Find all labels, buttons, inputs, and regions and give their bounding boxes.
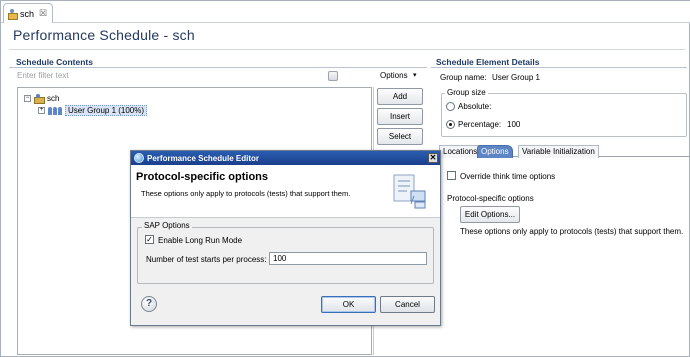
dialog-titlebar[interactable]: Performance Schedule Editor ✕ xyxy=(131,151,440,165)
percentage-label: Percentage: xyxy=(458,120,502,129)
percentage-radio[interactable] xyxy=(446,120,455,129)
absolute-radio[interactable] xyxy=(446,102,455,111)
close-icon[interactable]: ✕ xyxy=(428,153,438,163)
override-think-time-checkbox[interactable] xyxy=(447,171,456,180)
editor-window: sch ☒ Performance Schedule - sch Schedul… xyxy=(0,0,690,357)
schedule-contents-title: Schedule Contents xyxy=(16,57,93,67)
help-icon[interactable]: ? xyxy=(141,296,157,312)
title-divider xyxy=(9,49,685,50)
tree-item-user-group[interactable]: + User Group 1 (100%) xyxy=(38,105,148,116)
schedule-icon xyxy=(34,94,45,104)
group-name-value: User Group 1 xyxy=(491,73,540,82)
starts-per-process-label: Number of test starts per process: xyxy=(146,255,267,264)
user-group-icon xyxy=(48,106,62,116)
element-details-divider xyxy=(431,67,687,68)
insert-button[interactable]: Insert xyxy=(377,108,423,125)
group-name-label: Group name: xyxy=(440,73,487,82)
tab-variable-initialization[interactable]: Variable Initialization xyxy=(518,145,599,158)
enable-long-run-checkbox[interactable]: ✓ xyxy=(145,235,154,244)
tab-locations[interactable]: Locations xyxy=(439,145,482,158)
dialog-header: Protocol-specific options These options … xyxy=(131,165,440,218)
page-title: Performance Schedule - sch xyxy=(13,27,195,43)
edit-options-button[interactable]: Edit Options... xyxy=(460,206,520,223)
app-icon xyxy=(134,153,144,163)
editor-tab-strip: sch ☒ xyxy=(1,1,690,23)
schedule-contents-divider xyxy=(9,67,427,68)
override-think-time-label: Override think time options xyxy=(460,172,556,181)
collapse-icon[interactable]: − xyxy=(24,95,31,102)
group-name-row: Group name: User Group 1 xyxy=(440,73,540,82)
performance-schedule-editor-dialog: Performance Schedule Editor ✕ Protocol-s… xyxy=(130,150,441,326)
group-size-legend: Group size xyxy=(445,88,488,97)
select-button[interactable]: Select xyxy=(377,128,423,145)
tree-item-label: User Group 1 (100%) xyxy=(65,105,148,116)
percentage-value[interactable]: 100 xyxy=(507,120,520,129)
starts-per-process-input[interactable]: 100 xyxy=(269,252,427,265)
group-size-box xyxy=(441,93,687,137)
expand-icon[interactable]: + xyxy=(38,107,45,114)
protocol-note: These options only apply to protocols (t… xyxy=(460,227,684,236)
absolute-label: Absolute: xyxy=(458,102,492,111)
ok-button[interactable]: OK xyxy=(321,296,376,313)
add-button[interactable]: Add xyxy=(377,88,423,105)
dialog-header-title: Protocol-specific options xyxy=(136,171,269,183)
editor-tab-sch[interactable]: sch ☒ xyxy=(3,3,53,23)
dialog-title: Performance Schedule Editor xyxy=(147,153,260,163)
schedule-icon xyxy=(7,8,18,20)
tree-item-label: sch xyxy=(47,94,60,103)
chevron-down-icon[interactable]: ▾ xyxy=(413,71,417,79)
clear-filter-icon[interactable] xyxy=(328,71,338,81)
cancel-button[interactable]: Cancel xyxy=(380,296,435,313)
protocol-options-graphic-icon xyxy=(393,174,426,209)
tree-item-sch[interactable]: − sch xyxy=(24,94,60,104)
element-details-title: Schedule Element Details xyxy=(436,57,540,67)
filter-input[interactable]: Enter filter text xyxy=(17,71,69,80)
details-tab-strip: Locations Options Variable Initializatio… xyxy=(439,142,689,158)
protocol-options-label: Protocol-specific options xyxy=(447,194,534,203)
tab-options[interactable]: Options xyxy=(477,145,513,158)
tab-label: sch xyxy=(20,8,35,19)
dialog-header-description: These options only apply to protocols (t… xyxy=(141,189,351,198)
options-menu[interactable]: Options xyxy=(380,71,408,80)
sap-options-legend: SAP Options xyxy=(142,221,192,230)
enable-long-run-label: Enable Long Run Mode xyxy=(158,236,243,245)
close-icon[interactable]: ☒ xyxy=(39,8,47,19)
